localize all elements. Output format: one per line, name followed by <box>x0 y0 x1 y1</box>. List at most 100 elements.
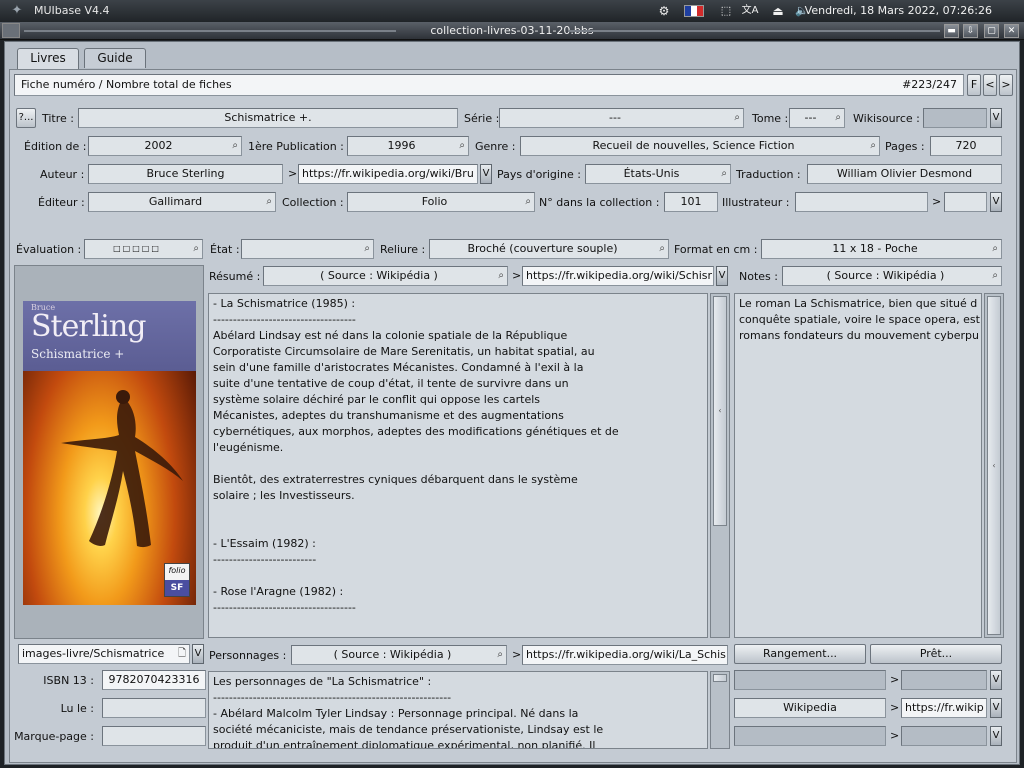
illustrateur-view-button[interactable]: V <box>990 192 1002 212</box>
tab-livres[interactable]: Livres <box>17 48 79 70</box>
text-line: - Rose l'Aragne (1982) : <box>213 585 344 598</box>
settings-icon[interactable]: ⚙ <box>655 3 673 19</box>
personnages-scrollbar[interactable] <box>710 671 730 749</box>
file-icon[interactable]: 🗋 <box>178 645 186 663</box>
num-collection-label: N° dans la collection : <box>539 196 660 209</box>
image-view-button[interactable]: V <box>192 644 204 664</box>
search-icon[interactable]: ⌕ <box>193 240 199 258</box>
screenshot-icon[interactable]: ⬚ <box>716 3 736 19</box>
link-url-field-3[interactable] <box>901 726 987 746</box>
wikisource-view-button[interactable]: V <box>990 108 1002 128</box>
main-window: Livres Guide Fiche numéro / Nombre total… <box>4 41 1020 765</box>
search-icon[interactable]: ⌕ <box>734 109 740 127</box>
illustrateur-label: Illustrateur : <box>722 196 790 209</box>
tab-guide[interactable]: Guide <box>84 48 146 68</box>
illustrateur-field[interactable] <box>795 192 928 212</box>
search-icon[interactable]: ⌕ <box>870 137 876 155</box>
notes-scrollbar[interactable]: ‹ <box>984 293 1004 638</box>
search-icon[interactable]: ⌕ <box>835 109 841 127</box>
scroll-thumb[interactable]: ‹ <box>713 296 727 526</box>
pays-field[interactable]: États-Unis ⌕ <box>585 164 731 184</box>
traduction-field[interactable]: William Olivier Desmond <box>807 164 1002 184</box>
prev-record-button[interactable]: < <box>983 74 997 96</box>
search-icon[interactable]: ⌕ <box>497 646 503 664</box>
illustrateur-url-field[interactable] <box>944 192 987 212</box>
link-view-button-1[interactable]: V <box>990 670 1002 690</box>
window-titlebar[interactable]: collection-livres-03-11-20.bbs ▬ ⇩ ▢ ✕ <box>0 22 1024 40</box>
auteur-url-field[interactable]: https://fr.wikipedia.org/wiki/Bru <box>298 164 478 184</box>
rangement-button[interactable]: Rangement... <box>734 644 866 664</box>
serie-field[interactable]: --- ⌕ <box>499 108 744 128</box>
reliure-field[interactable]: Broché (couverture souple) ⌕ <box>429 239 669 259</box>
notes-source-field[interactable]: ( Source : Wikipédia ) ⌕ <box>782 266 1002 286</box>
titre-field[interactable]: Schismatrice +. <box>78 108 458 128</box>
etat-field[interactable]: ⌕ <box>241 239 374 259</box>
search-icon[interactable]: ⌕ <box>459 137 465 155</box>
search-icon[interactable]: ⌕ <box>721 165 727 183</box>
edition-field[interactable]: 2002 ⌕ <box>88 136 242 156</box>
image-path-field[interactable]: images-livre/Schismatrice 🗋 <box>18 644 190 664</box>
premiere-field[interactable]: 1996 ⌕ <box>347 136 469 156</box>
resume-textarea[interactable]: - La Schismatrice (1985) : --------------… <box>208 293 708 638</box>
link-name-field-3[interactable] <box>734 726 886 746</box>
system-panel: ✦ MUIbase V4.4 ⚙ ⬚ 文A ⏏ 🔈 Vendredi, 18 M… <box>0 0 1024 22</box>
resume-scrollbar[interactable]: ‹ <box>710 293 730 638</box>
pin-button[interactable]: ⇩ <box>963 24 978 38</box>
notes-textarea[interactable]: Le roman La Schismatrice, bien que situé… <box>734 293 982 638</box>
resume-url-view-button[interactable]: V <box>716 266 728 286</box>
link-view-button-2[interactable]: V <box>990 698 1002 718</box>
wikisource-field[interactable] <box>923 108 987 128</box>
filter-button[interactable]: F <box>967 74 981 96</box>
resume-source-field[interactable]: ( Source : Wikipédia ) ⌕ <box>263 266 508 286</box>
scroll-thumb[interactable]: ‹ <box>987 296 1001 635</box>
search-icon[interactable]: ⌕ <box>992 240 998 258</box>
link-url-field-1[interactable] <box>901 670 987 690</box>
scroll-thumb[interactable] <box>713 674 727 682</box>
search-icon[interactable]: ⌕ <box>364 240 370 258</box>
format-field[interactable]: 11 x 18 - Poche ⌕ <box>761 239 1002 259</box>
num-collection-field[interactable]: 101 <box>664 192 718 212</box>
close-button[interactable]: ✕ <box>1004 24 1019 38</box>
auteur-url-view-button[interactable]: V <box>480 164 492 184</box>
pages-field[interactable]: 720 <box>930 136 1002 156</box>
tome-field[interactable]: --- ⌕ <box>789 108 845 128</box>
editeur-field[interactable]: Gallimard ⌕ <box>88 192 276 212</box>
tome-label: Tome : <box>752 112 789 125</box>
isbn-field[interactable]: 9782070423316 <box>102 670 206 690</box>
personnages-url-field[interactable]: https://fr.wikipedia.org/wiki/La_Schis <box>522 645 728 665</box>
evaluation-field[interactable]: □□□□□ ⌕ <box>84 239 203 259</box>
personnages-source-field[interactable]: ( Source : Wikipédia ) ⌕ <box>291 645 507 665</box>
collection-field[interactable]: Folio ⌕ <box>347 192 535 212</box>
iconify-button[interactable]: ▬ <box>944 24 959 38</box>
resume-url-field[interactable]: https://fr.wikipedia.org/wiki/Schisr <box>522 266 714 286</box>
genre-label: Genre : <box>475 140 516 153</box>
link-view-button-3[interactable]: V <box>990 726 1002 746</box>
pret-button[interactable]: Prêt... <box>870 644 1002 664</box>
link-name-field-2[interactable]: Wikipedia <box>734 698 886 718</box>
editeur-label: Éditeur : <box>38 196 85 209</box>
personnages-textarea[interactable]: Les personnages de "La Schismatrice" : --… <box>208 671 708 749</box>
link-url-field-2[interactable]: https://fr.wikip <box>901 698 987 718</box>
search-icon[interactable]: ⌕ <box>992 267 998 285</box>
search-icon[interactable]: ⌕ <box>659 240 665 258</box>
book-cover-image[interactable]: Bruce Sterling Schismatrice + folio SF <box>23 301 196 605</box>
lule-field[interactable] <box>102 698 206 718</box>
help-button[interactable]: ?... <box>16 108 36 128</box>
flag-fr-icon[interactable] <box>684 5 704 17</box>
marque-field[interactable] <box>102 726 206 746</box>
clock[interactable]: Vendredi, 18 Mars 2022, 07:26:26 <box>805 4 992 17</box>
titre-label: Titre : <box>42 112 75 125</box>
link-name-field-1[interactable] <box>734 670 886 690</box>
search-icon[interactable]: ⌕ <box>525 193 531 211</box>
search-icon[interactable]: ⌕ <box>266 193 272 211</box>
text-line: - Abélard Malcolm Tyler Lindsay : Person… <box>213 707 579 720</box>
auteur-field[interactable]: Bruce Sterling <box>88 164 283 184</box>
next-record-button[interactable]: > <box>999 74 1013 96</box>
app-logo-icon[interactable]: ✦ <box>6 3 28 19</box>
search-icon[interactable]: ⌕ <box>498 267 504 285</box>
translate-icon[interactable]: 文A <box>740 3 760 19</box>
search-icon[interactable]: ⌕ <box>232 137 238 155</box>
eject-icon[interactable]: ⏏ <box>770 3 786 19</box>
maximize-button[interactable]: ▢ <box>984 24 999 38</box>
genre-field[interactable]: Recueil de nouvelles, Science Fiction ⌕ <box>520 136 880 156</box>
